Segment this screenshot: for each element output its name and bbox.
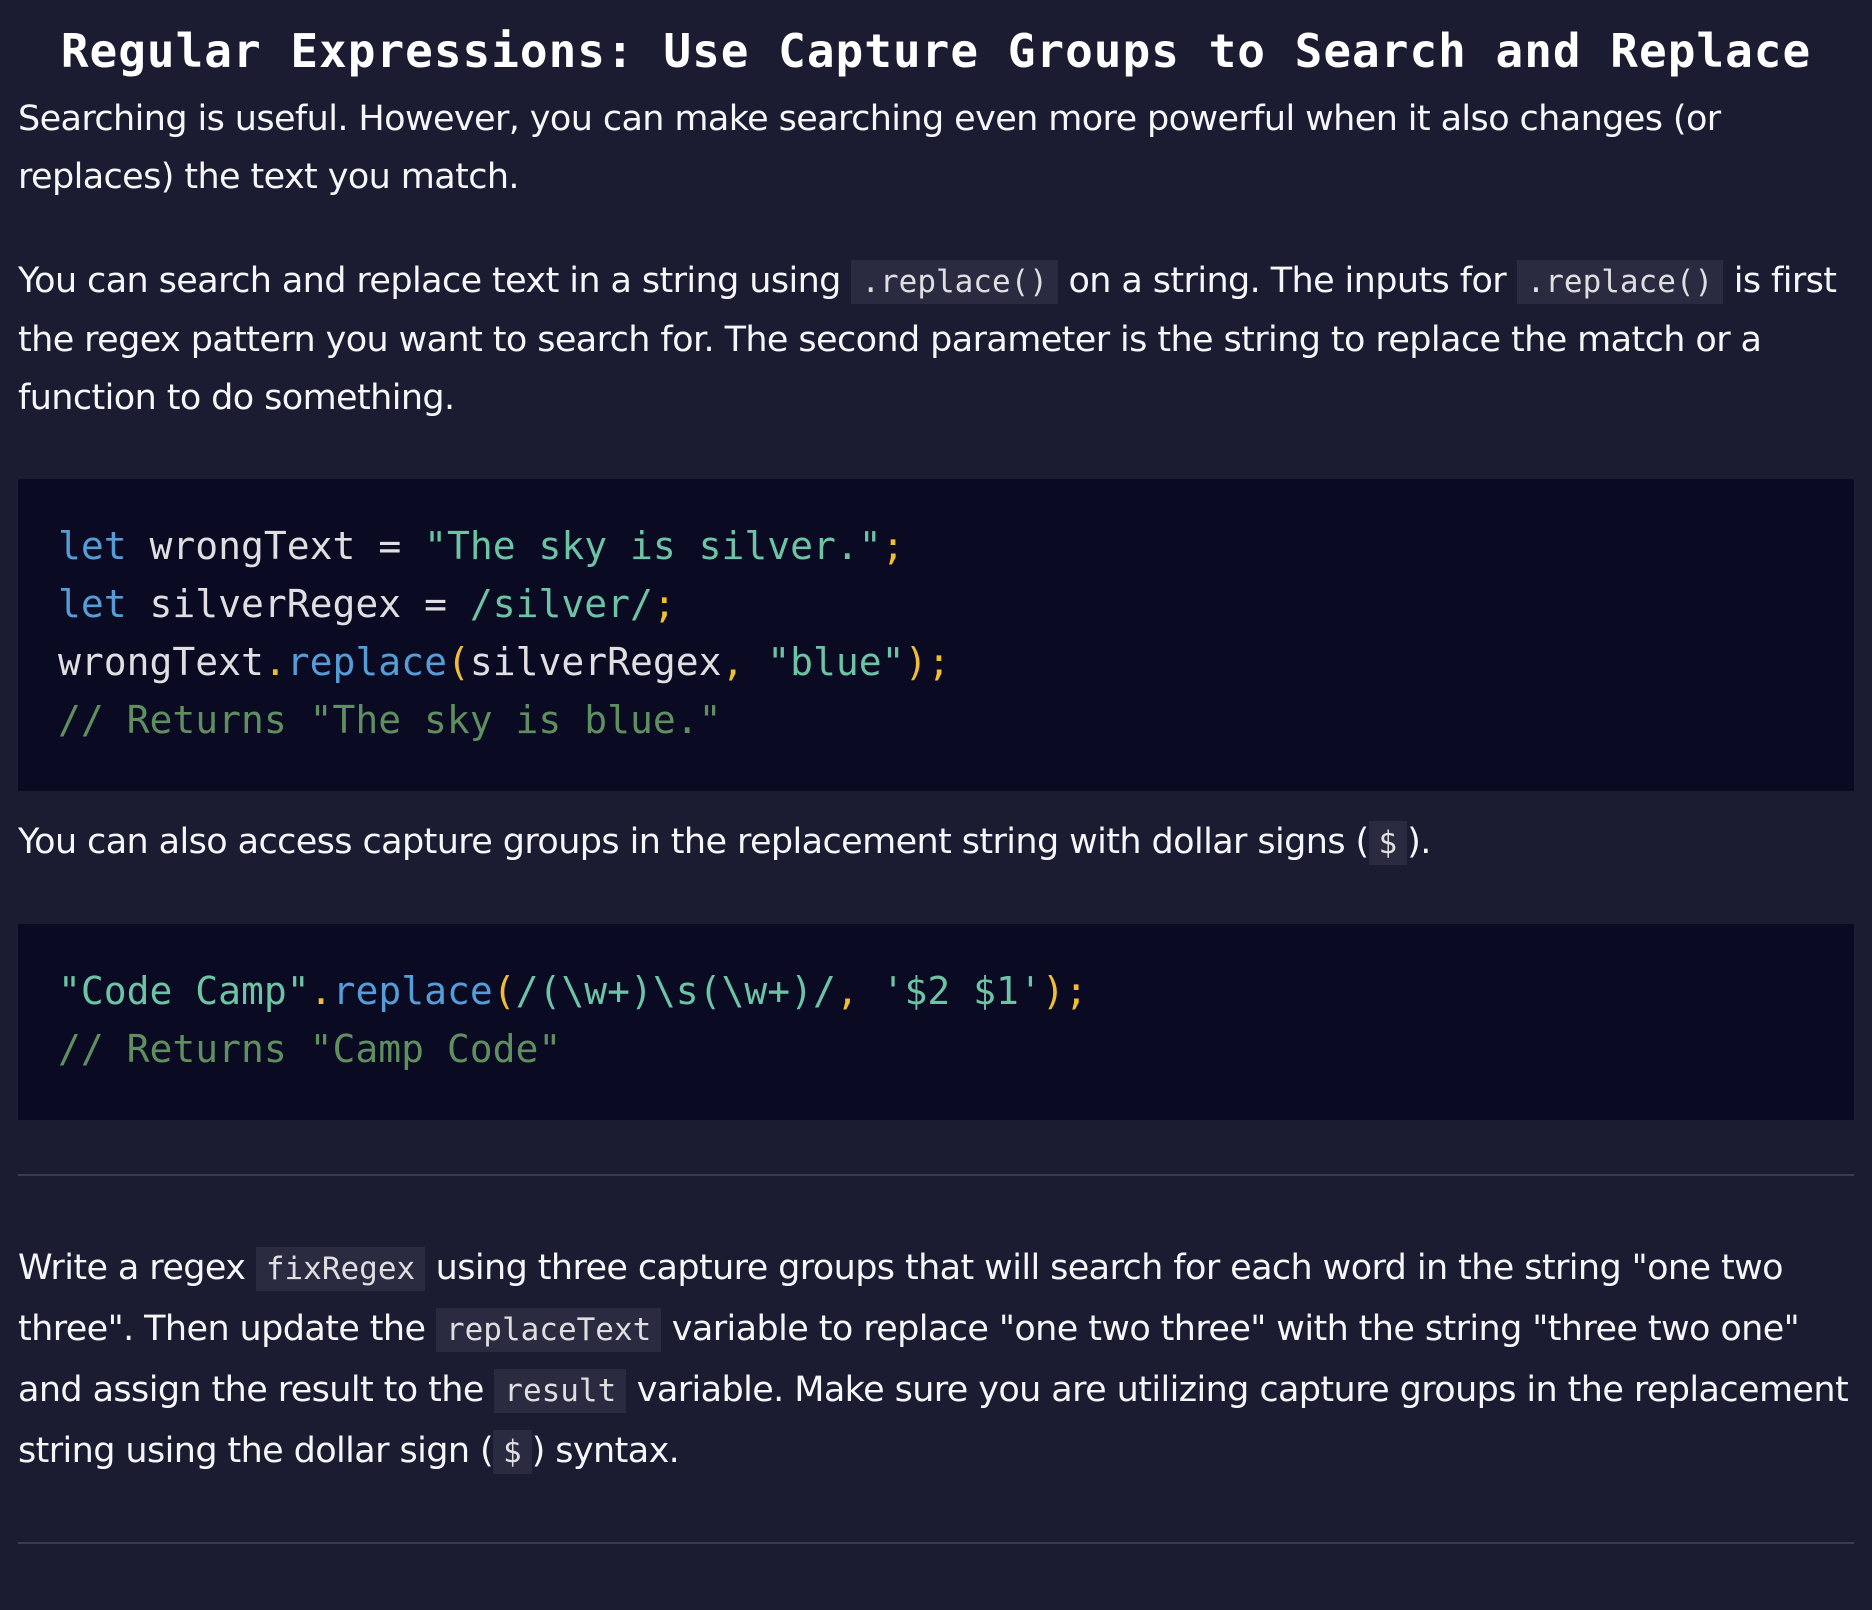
- operator: =: [424, 582, 447, 626]
- text-segment: ) syntax.: [531, 1431, 680, 1471]
- inline-code-result: result: [494, 1369, 627, 1413]
- semicolon: ;: [881, 524, 905, 568]
- semicolon: ;: [927, 640, 951, 684]
- capture-groups-paragraph: You can also access capture groups in th…: [18, 813, 1854, 872]
- code-example-block: "Code Camp".replace(/(\w+)\s(\w+)/, '$2 …: [18, 924, 1854, 1120]
- method-name: replace: [286, 640, 447, 684]
- text-segment: ).: [1407, 822, 1431, 862]
- string-literal: "Code Camp": [58, 969, 310, 1013]
- semicolon: ;: [652, 582, 676, 626]
- inline-code-replacetext: replaceText: [435, 1308, 662, 1352]
- inline-code-dollar: $: [1368, 821, 1408, 865]
- section-divider: [18, 1542, 1854, 1544]
- semicolon: ;: [1064, 969, 1088, 1013]
- comma: ,: [721, 640, 768, 684]
- inline-code-dollar: $: [493, 1430, 532, 1474]
- code-line: "Code Camp".replace(/(\w+)\s(\w+)/, '$2 …: [58, 969, 1088, 1013]
- keyword: let: [58, 524, 127, 568]
- identifier: wrongText: [126, 524, 379, 568]
- code-line: let wrongText = "The sky is silver.";: [58, 524, 905, 568]
- text-segment: You can search and replace text in a str…: [18, 261, 852, 301]
- inline-code-fixregex: fixRegex: [255, 1247, 426, 1291]
- identifier: wrongText: [58, 640, 264, 684]
- section-divider: [18, 1174, 1854, 1176]
- string-literal: "blue": [767, 640, 905, 684]
- text-segment: Write a regex: [18, 1248, 256, 1288]
- inline-code-replace: .replace(): [1516, 260, 1724, 304]
- code-line: wrongText.replace(silverRegex, "blue");: [58, 640, 950, 684]
- instructions-paragraph: Write a regex fixRegex using three captu…: [18, 1238, 1854, 1482]
- inline-code-replace: .replace(): [851, 260, 1058, 304]
- string-literal: '$2 $1': [881, 969, 1042, 1013]
- keyword: let: [58, 582, 127, 626]
- code-comment: // Returns "Camp Code": [58, 1027, 562, 1071]
- operator: =: [378, 524, 402, 568]
- code-line: let silverRegex = /silver/;: [58, 582, 676, 626]
- dot: .: [309, 969, 333, 1013]
- method-name: replace: [332, 969, 493, 1013]
- regex-literal: /(\w+)\s(\w+)/: [515, 969, 836, 1013]
- paren-close: ): [1041, 969, 1065, 1013]
- dot: .: [263, 640, 287, 684]
- text-segment: on a string. The inputs for: [1057, 261, 1517, 301]
- code-comment: // Returns "The sky is blue.": [58, 698, 722, 742]
- identifier: silverRegex: [126, 582, 425, 626]
- code-example-block: let wrongText = "The sky is silver."; le…: [18, 479, 1854, 791]
- replace-explanation-paragraph: You can search and replace text in a str…: [18, 252, 1854, 427]
- string-literal: "The sky is silver.": [401, 524, 882, 568]
- paren-close: ): [904, 640, 928, 684]
- challenge-description: Regular Expressions: Use Capture Groups …: [0, 0, 1872, 1610]
- paren-open: (: [446, 640, 470, 684]
- paren-open: (: [492, 969, 516, 1013]
- identifier: silverRegex: [469, 640, 722, 684]
- page-title: Regular Expressions: Use Capture Groups …: [60, 24, 1812, 78]
- intro-paragraph: Searching is useful. However, you can ma…: [18, 99, 1721, 197]
- regex-literal: /silver/: [446, 582, 653, 626]
- comma: ,: [835, 969, 882, 1013]
- text-segment: You can also access capture groups in th…: [18, 822, 1369, 862]
